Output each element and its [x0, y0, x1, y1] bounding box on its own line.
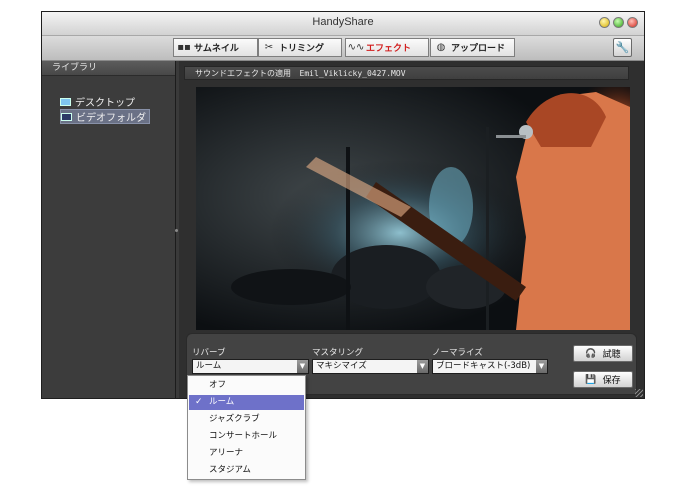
dropdown-option-jazz-club[interactable]: ジャズクラブ [189, 412, 304, 427]
info-bar: サウンドエフェクトの適用 Emil_Viklicky_0427.MOV [184, 66, 629, 80]
tab-effect[interactable]: ∿∿ エフェクト [345, 38, 429, 57]
tab-upload-label: アップロード [451, 44, 506, 54]
close-button[interactable] [627, 17, 638, 28]
dropdown-option-arena[interactable]: アリーナ [189, 446, 304, 461]
mastering-value: マキシマイズ [316, 361, 367, 371]
tab-thumbnail[interactable]: ▪▪ サムネイル [173, 38, 258, 57]
headphones-icon: 🎧 [585, 348, 597, 359]
tab-thumbnail-label: サムネイル [194, 44, 239, 54]
sidebar-item-label: ビデオフォルダ [76, 113, 146, 124]
tab-trimming-label: トリミング [279, 44, 325, 54]
normalize-select[interactable]: ブロードキャスト(-3dB) ▼ [432, 359, 548, 374]
app-window: HandyShare ▪▪ サムネイル ✂ トリミング ∿∿ エフェクト ◍ ア… [41, 11, 645, 399]
title-bar: HandyShare [42, 12, 644, 36]
save-button[interactable]: 💾 保存 [573, 371, 633, 388]
reverb-select[interactable]: ルーム ▼ [192, 359, 309, 374]
splitter-handle[interactable] [175, 229, 178, 232]
minimize-button[interactable] [599, 17, 610, 28]
floppy-disk-icon: 💾 [585, 374, 597, 385]
info-label: サウンドエフェクトの適用 [195, 69, 291, 78]
normalize-value: ブロードキャスト(-3dB) [436, 361, 531, 371]
sidebar-item-video-folder[interactable]: ビデオフォルダ [60, 109, 150, 124]
dropdown-option-off[interactable]: オフ [189, 378, 304, 393]
tab-effect-label: エフェクト [366, 44, 412, 54]
settings-button[interactable]: 🔧 [613, 38, 632, 57]
waveform-icon: ∿∿ [347, 42, 365, 53]
tab-upload[interactable]: ◍ アップロード [430, 38, 515, 57]
dropdown-option-concert-hall[interactable]: コンサートホール [189, 429, 304, 444]
chevron-down-icon[interactable]: ▼ [536, 360, 547, 373]
chevron-down-icon[interactable]: ▼ [417, 360, 428, 373]
reverb-value: ルーム [196, 361, 222, 371]
toolbar: ▪▪ サムネイル ✂ トリミング ∿∿ エフェクト ◍ アップロード 🔧 [42, 36, 644, 61]
chevron-down-icon[interactable]: ▼ [297, 360, 308, 373]
desktop-icon [60, 97, 71, 106]
save-button-label: 保存 [602, 376, 621, 386]
library-sidebar: ライブラリ デスクトップ ビデオフォルダ [42, 61, 176, 398]
film-cut-icon: ✂ [264, 42, 274, 53]
thumbnail-grid-icon: ▪▪ [177, 42, 191, 53]
sidebar-item-desktop[interactable]: デスクトップ [60, 95, 138, 109]
normalize-label: ノーマライズ [432, 348, 483, 358]
resize-grip[interactable] [635, 389, 643, 397]
globe-upload-icon: ◍ [436, 42, 446, 53]
wrench-icon: 🔧 [615, 41, 630, 54]
listen-button[interactable]: 🎧 試聴 [573, 345, 633, 362]
sidebar-header: ライブラリ [42, 61, 175, 76]
dropdown-option-room[interactable]: ✓ ルーム [189, 395, 304, 410]
info-filename: Emil_Viklicky_0427.MOV [299, 69, 406, 78]
listen-button-label: 試聴 [602, 350, 621, 360]
mastering-select[interactable]: マキシマイズ ▼ [312, 359, 429, 374]
checkmark-icon: ✓ [195, 397, 203, 407]
window-title: HandyShare [312, 16, 374, 28]
dropdown-option-stadium[interactable]: スタジアム [189, 463, 304, 478]
main-panel: サウンドエフェクトの適用 Emil_Viklicky_0427.MOV リバーブ… [179, 61, 644, 398]
concert-photo [196, 87, 630, 330]
mastering-label: マスタリング [312, 348, 364, 358]
film-folder-icon [61, 112, 72, 121]
maximize-button[interactable] [613, 17, 624, 28]
video-preview[interactable] [196, 87, 630, 330]
tab-trimming[interactable]: ✂ トリミング [258, 38, 342, 57]
sidebar-item-label: デスクトップ [75, 98, 135, 109]
reverb-dropdown-menu: オフ ✓ ルーム ジャズクラブ コンサートホール アリーナ スタジアム [187, 375, 306, 480]
reverb-label: リバーブ [192, 348, 226, 358]
